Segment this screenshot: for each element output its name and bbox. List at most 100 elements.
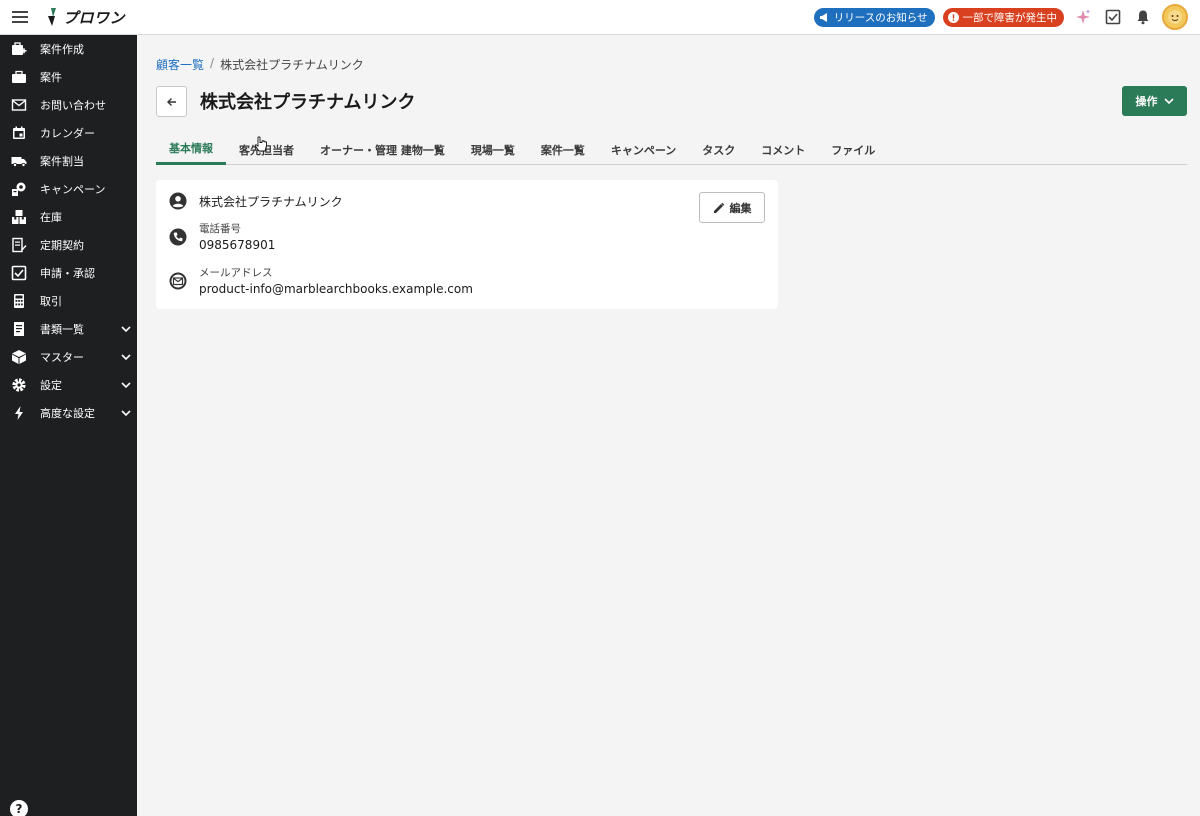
- sidebar-item-settings[interactable]: 設定: [0, 371, 137, 399]
- briefcase-icon: [10, 68, 28, 86]
- phone-label: 電話番号: [199, 223, 241, 235]
- sidebar-item-label: 設定: [40, 379, 62, 392]
- company-name-value: 株式会社プラチナムリンク: [199, 195, 343, 209]
- sidebar-item-label: キャンペーン: [40, 183, 106, 196]
- document-icon: [10, 320, 28, 338]
- actions-dropdown-button[interactable]: 操作: [1122, 86, 1187, 116]
- megaphone-icon: [819, 12, 830, 23]
- sidebar-item-cases[interactable]: 案件: [0, 63, 137, 91]
- sidebar-item-campaign[interactable]: キャンペーン: [0, 175, 137, 203]
- alert-icon: [947, 11, 959, 23]
- tab-owner-buildings[interactable]: オーナー・管理 建物一覧: [307, 134, 458, 165]
- incident-notice-button[interactable]: 一部で障害が発生中: [942, 7, 1064, 27]
- sidebar-item-calendar[interactable]: カレンダー: [0, 119, 137, 147]
- sidebar-item-label: カレンダー: [40, 127, 95, 140]
- cube-icon: [10, 348, 28, 366]
- sidebar-item-case-create[interactable]: 案件作成: [0, 35, 137, 63]
- email-value[interactable]: product-info@marblearchbooks.example.com: [199, 282, 473, 296]
- sidebar-item-label: 案件作成: [40, 43, 84, 56]
- sidebar-item-assignment[interactable]: 案件割当: [0, 147, 137, 175]
- ai-sparkle-icon[interactable]: [1072, 6, 1094, 28]
- boxes-icon: [10, 208, 28, 226]
- breadcrumb-customer-list-link[interactable]: 顧客一覧: [156, 56, 204, 73]
- phone-row: 電話番号 0985678901: [168, 221, 275, 252]
- sidebar-item-label: 高度な設定: [40, 407, 95, 420]
- release-notice-button[interactable]: リリースのお知らせ: [813, 7, 935, 27]
- logo-text: プロワン: [63, 8, 126, 27]
- task-check-icon[interactable]: [1102, 6, 1124, 28]
- avatar-face-icon: [1168, 10, 1182, 24]
- sidebar-item-master[interactable]: マスター: [0, 343, 137, 371]
- tab-tasks[interactable]: タスク: [689, 134, 748, 165]
- menu-icon[interactable]: [0, 0, 40, 35]
- company-name-row: 株式会社プラチナムリンク: [168, 191, 343, 211]
- sidebar-item-documents[interactable]: 書類一覧: [0, 315, 137, 343]
- tab-cases[interactable]: 案件一覧: [528, 134, 598, 165]
- campaign-icon: [10, 180, 28, 198]
- chevron-down-icon[interactable]: [115, 380, 137, 390]
- tab-bar: 基本情報 客先担当者 オーナー・管理 建物一覧 現場一覧 案件一覧 キャンペーン…: [156, 134, 1187, 165]
- sidebar-item-label: マスター: [40, 351, 84, 364]
- sidebar-item-inquiries[interactable]: お問い合わせ: [0, 91, 137, 119]
- sidebar-item-label: 定期契約: [40, 239, 84, 252]
- sidebar-item-advanced-settings[interactable]: 高度な設定: [0, 399, 137, 427]
- phone-value[interactable]: 0985678901: [199, 238, 275, 252]
- breadcrumb: 顧客一覧 / 株式会社プラチナムリンク: [156, 56, 364, 73]
- sidebar-item-label: 申請・承認: [40, 267, 95, 280]
- sidebar-item-approval[interactable]: 申請・承認: [0, 259, 137, 287]
- help-icon[interactable]: ?: [10, 800, 28, 816]
- mail-icon: [168, 271, 188, 291]
- sidebar-item-inventory[interactable]: 在庫: [0, 203, 137, 231]
- logo-mark-icon: [48, 8, 56, 26]
- actions-label: 操作: [1135, 95, 1158, 108]
- breadcrumb-separator: /: [210, 56, 215, 70]
- sidebar-item-label: 書類一覧: [40, 323, 84, 336]
- tab-files[interactable]: ファイル: [818, 134, 888, 165]
- chevron-down-icon[interactable]: [115, 352, 137, 362]
- phone-icon: [168, 227, 188, 247]
- app-logo[interactable]: プロワン: [46, 7, 125, 28]
- chevron-down-icon[interactable]: [115, 408, 137, 418]
- calendar-icon: [10, 124, 28, 142]
- sidebar: 案件作成 案件 お問い合わせ カレンダー 案件割当 キャンペーン 在庫 定期契約…: [0, 35, 137, 816]
- sidebar-item-label: お問い合わせ: [40, 99, 106, 112]
- customer-info-card: 株式会社プラチナムリンク 電話番号 0985678901 メールアドレス pro…: [156, 180, 778, 309]
- edit-button[interactable]: 編集: [699, 192, 765, 223]
- incident-notice-label: 一部で障害が発生中: [962, 11, 1058, 24]
- main-content: 顧客一覧 / 株式会社プラチナムリンク 株式会社プラチナムリンク 操作 基本情報…: [137, 35, 1200, 816]
- mouse-cursor-icon: [254, 136, 267, 152]
- tab-sites[interactable]: 現場一覧: [458, 134, 528, 165]
- bell-icon[interactable]: [1132, 6, 1154, 28]
- person-icon: [168, 191, 188, 211]
- contract-icon: [10, 236, 28, 254]
- release-notice-label: リリースのお知らせ: [833, 11, 928, 24]
- sidebar-item-subscription[interactable]: 定期契約: [0, 231, 137, 259]
- avatar[interactable]: [1162, 4, 1188, 30]
- sidebar-item-label: 案件: [40, 71, 62, 84]
- calculator-icon: [10, 292, 28, 310]
- back-button[interactable]: [156, 86, 187, 117]
- sidebar-item-label: 取引: [40, 295, 62, 308]
- sidebar-item-label: 在庫: [40, 211, 62, 224]
- checkbox-icon: [10, 264, 28, 282]
- top-bar: プロワン リリースのお知らせ 一部で障害が発生中: [0, 0, 1200, 35]
- tab-campaigns[interactable]: キャンペーン: [598, 134, 689, 165]
- sidebar-item-transactions[interactable]: 取引: [0, 287, 137, 315]
- breadcrumb-current: 株式会社プラチナムリンク: [220, 58, 364, 72]
- bolt-icon: [10, 404, 28, 422]
- briefcase-plus-icon: [10, 40, 28, 58]
- chevron-down-icon[interactable]: [115, 324, 137, 334]
- chevron-down-icon: [1163, 98, 1174, 105]
- edit-label: 編集: [729, 201, 752, 215]
- arrow-left-icon: [166, 97, 176, 106]
- gear-icon: [10, 376, 28, 394]
- pencil-icon: [713, 202, 724, 213]
- tab-basic-info[interactable]: 基本情報: [156, 134, 226, 165]
- page-title: 株式会社プラチナムリンク: [200, 92, 416, 113]
- sidebar-item-label: 案件割当: [40, 155, 84, 168]
- email-row: メールアドレス product-info@marblearchbooks.exa…: [168, 265, 473, 296]
- email-label: メールアドレス: [199, 267, 273, 279]
- mail-icon: [10, 96, 28, 114]
- tab-comments[interactable]: コメント: [748, 134, 818, 165]
- truck-icon: [10, 152, 28, 170]
